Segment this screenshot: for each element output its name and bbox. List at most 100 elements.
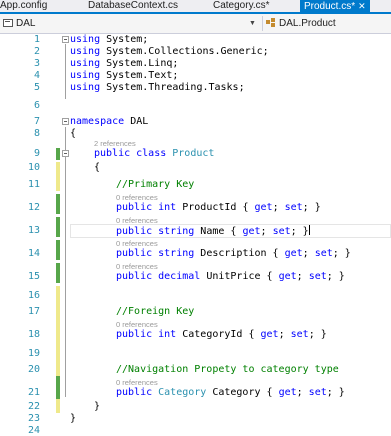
line-number: 14: [27, 248, 40, 259]
member-dropdown-value: DAL.Product: [279, 18, 336, 29]
codelens-references[interactable]: 0 references: [116, 239, 158, 248]
code-token: Category {: [206, 387, 279, 398]
line-number: 1: [33, 34, 40, 45]
code-token: DAL: [124, 116, 149, 127]
code-text: using System.Threading.Tasks;: [70, 82, 245, 93]
keyword: public: [116, 329, 153, 340]
class-icon: [266, 18, 275, 27]
change-bar-saved: [56, 240, 60, 260]
keyword: get: [278, 387, 297, 398]
line-number: 11: [27, 179, 40, 190]
collapse-namespace-icon[interactable]: [62, 118, 69, 125]
code-token: ; }: [302, 202, 321, 213]
code-token: ;: [272, 202, 285, 213]
keyword: using: [70, 34, 101, 45]
namespace-outline-guide: [65, 127, 66, 397]
collapse-class-icon[interactable]: [62, 150, 69, 157]
line-number: 23: [27, 413, 40, 424]
code-token: Name {: [194, 226, 243, 237]
tab-app-config[interactable]: App.config: [0, 0, 47, 12]
codelens-class-references[interactable]: 2 references: [94, 139, 136, 148]
project-icon: [3, 19, 13, 27]
keyword: set: [272, 226, 291, 237]
keyword: public: [116, 271, 153, 282]
comment: //Navigation Propety to category type: [116, 364, 339, 375]
code-text: public Category Category { get; set; }: [116, 387, 345, 398]
tab-category[interactable]: Category.cs*: [213, 0, 270, 12]
keyword: set: [314, 248, 333, 259]
code-text: public string Name { get; set; }: [116, 225, 310, 237]
line-number: 18: [27, 329, 40, 340]
line-number: 7: [33, 116, 40, 127]
keyword: get: [284, 248, 303, 259]
project-dropdown[interactable]: DAL ▼: [3, 16, 258, 31]
line-number: 8: [33, 128, 40, 139]
code-token: System;: [100, 34, 149, 45]
code-token: ProductId {: [176, 202, 255, 213]
code-token: UnitPrice {: [200, 271, 279, 282]
change-bar-saved: [56, 148, 60, 160]
line-number: 15: [27, 271, 40, 282]
code-token: System.Collections.Generic;: [100, 46, 269, 57]
line-number: 10: [27, 162, 40, 173]
tab-database-context[interactable]: DatabaseContext.cs: [88, 0, 178, 12]
keyword: get: [254, 202, 273, 213]
codelens-references[interactable]: 0 references: [116, 378, 158, 387]
keyword: public: [116, 248, 153, 259]
member-dropdown[interactable]: DAL.Product: [266, 16, 390, 31]
type-name: Category: [152, 387, 207, 398]
code-text: public string Description { get; set; }: [116, 248, 351, 259]
code-token: ;: [260, 226, 273, 237]
code-token: ;: [296, 271, 309, 282]
project-dropdown-value: DAL: [16, 18, 36, 29]
codelens-references[interactable]: 0 references: [116, 193, 158, 202]
keyword: string: [152, 226, 195, 237]
chevron-down-icon: ▼: [249, 20, 256, 27]
code-text: }: [94, 401, 101, 412]
code-text: using System.Collections.Generic;: [70, 46, 269, 57]
using-outline-guide: [65, 44, 66, 99]
navigation-bar: DAL ▼ DAL.Product: [0, 14, 391, 34]
keyword: set: [284, 202, 303, 213]
change-bar-saved: [56, 376, 60, 399]
code-text: using System.Linq;: [70, 58, 178, 69]
tab-product[interactable]: Product.cs* ✕: [300, 0, 370, 12]
code-text: using System.Text;: [70, 70, 178, 81]
collapse-usings-icon[interactable]: [62, 36, 69, 43]
change-bar-saved: [56, 263, 60, 283]
keyword: public: [116, 226, 153, 237]
line-number: 9: [33, 148, 40, 159]
tab-product-label: Product.cs*: [304, 1, 356, 12]
keyword: using: [70, 82, 101, 93]
code-token: ; }: [308, 329, 327, 340]
nav-separator: [262, 16, 263, 31]
line-number: 3: [33, 58, 40, 69]
line-number: 16: [27, 290, 40, 301]
code-editor[interactable]: 1 using System; 2 using System.Collectio…: [0, 34, 391, 436]
code-token: ; }: [332, 248, 351, 259]
codelens-references[interactable]: 0 references: [116, 320, 158, 329]
line-number: 24: [27, 425, 40, 436]
keyword: using: [70, 70, 101, 81]
code-token: ;: [278, 329, 291, 340]
keyword: using: [70, 58, 101, 69]
code-text: using System;: [70, 34, 148, 45]
code-token: Description {: [194, 248, 285, 259]
line-number: 17: [27, 306, 40, 317]
code-text: {: [94, 162, 101, 173]
keyword: get: [242, 226, 261, 237]
line-number: 20: [27, 364, 40, 375]
close-tab-icon[interactable]: ✕: [358, 1, 366, 11]
codelens-references[interactable]: 0 references: [116, 262, 158, 271]
line-number: 6: [33, 100, 40, 111]
line-number: 22: [27, 401, 40, 412]
keyword: int: [152, 202, 177, 213]
code-text: public decimal UnitPrice { get; set; }: [116, 271, 345, 282]
change-bar-unsaved: [56, 399, 60, 413]
comment: //Foreign Key: [116, 306, 195, 317]
line-number: 13: [27, 225, 40, 236]
code-text: public class Product: [94, 148, 214, 159]
keyword: namespace: [70, 116, 125, 127]
change-bar-saved: [56, 194, 60, 214]
code-text: public int ProductId { get; set; }: [116, 202, 321, 213]
